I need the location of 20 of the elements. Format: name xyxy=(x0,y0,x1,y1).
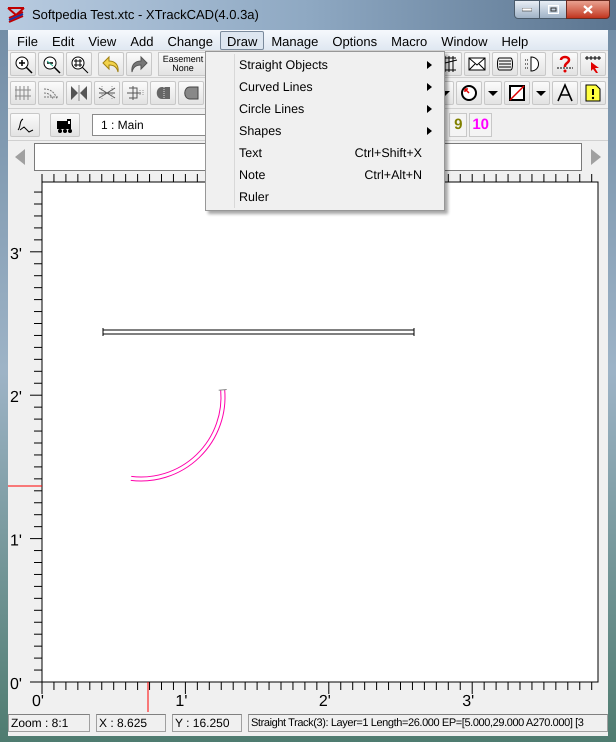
status-field: Y : 16.250 xyxy=(172,714,242,732)
menu-item-label: Ruler xyxy=(239,188,269,206)
menu-item-label: Straight Objects xyxy=(239,56,328,74)
ruler-label: 0' xyxy=(32,693,44,710)
shortcut-label: Ctrl+Alt+N xyxy=(364,166,422,184)
ruler-label: 2' xyxy=(318,693,331,710)
ruler-label: 3' xyxy=(10,246,22,263)
ruler-label: 0' xyxy=(10,676,22,693)
menu-item-label: Note xyxy=(239,166,266,184)
status-field: X : 8.625 xyxy=(96,714,166,732)
window-title: Softpedia Test.xtc - XTrackCAD(4.0.3a) xyxy=(32,6,259,24)
menu-item-label: Curved Lines xyxy=(239,78,313,96)
status-field: Straight Track(3): Layer=1 Length=26.000 EP=[5.000,29.000 A270.000] [3 xyxy=(248,714,608,732)
ruler-label: 2' xyxy=(10,389,22,406)
ruler-label: 1' xyxy=(10,532,22,550)
shortcut-label: Ctrl+Shift+X xyxy=(354,144,422,162)
ruler-label: 1' xyxy=(175,693,188,710)
status-field: Zoom : 8:1 xyxy=(8,714,90,732)
menu-item-label: Text xyxy=(239,144,262,162)
ruler-label: 3' xyxy=(462,693,474,710)
